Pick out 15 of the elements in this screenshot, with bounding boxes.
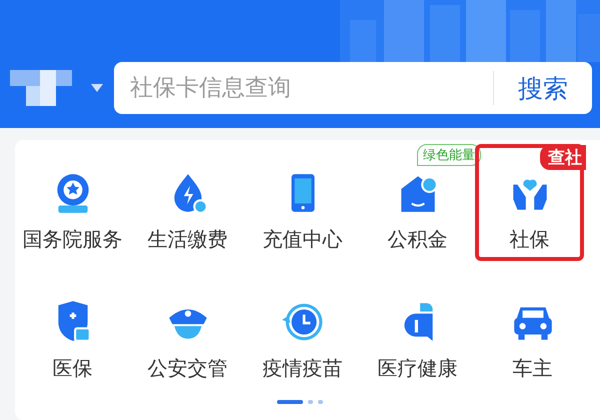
search-button[interactable]: 搜索 bbox=[494, 62, 592, 114]
service-label[interactable]: 社保 bbox=[510, 226, 550, 253]
service-label[interactable]: 公积金 bbox=[388, 226, 448, 253]
service-label[interactable]: 公安交管 bbox=[148, 355, 228, 382]
service-label[interactable]: 生活缴费 bbox=[148, 226, 228, 253]
service-label[interactable]: 国务院服务 bbox=[22, 226, 122, 253]
service-label[interactable]: 充值中心 bbox=[262, 226, 342, 253]
promo-badge: 查社 bbox=[540, 145, 586, 170]
service-label[interactable]: 车主 bbox=[512, 355, 552, 382]
service-label[interactable]: 疫情疫苗 bbox=[262, 355, 342, 382]
promo-badge: 绿色能量 bbox=[417, 144, 481, 166]
dropdown-caret-icon[interactable] bbox=[90, 83, 104, 93]
service-label[interactable]: 医保 bbox=[52, 355, 92, 382]
service-label[interactable]: 医疗健康 bbox=[378, 355, 458, 382]
search-field[interactable]: 社保卡信息查询 搜索 bbox=[114, 62, 592, 114]
